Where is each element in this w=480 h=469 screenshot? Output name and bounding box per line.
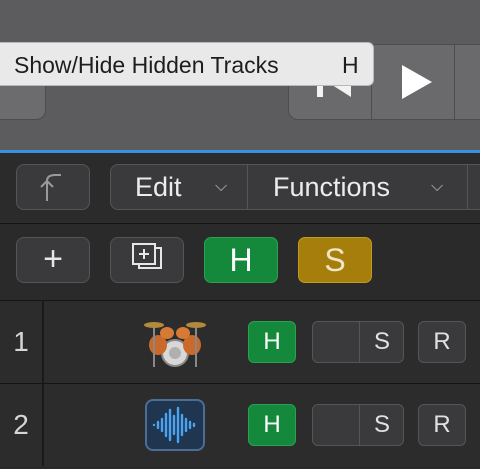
- track-solo-button[interactable]: S: [359, 322, 403, 362]
- hide-tracks-button[interactable]: H: [204, 237, 278, 283]
- drum-kit-icon: [144, 322, 206, 367]
- add-track-button[interactable]: +: [16, 237, 90, 283]
- tooltip: Show/Hide Hidden Tracks H: [0, 42, 374, 86]
- back-arrow-icon: [40, 174, 61, 201]
- audio-waveform-icon: [145, 399, 205, 451]
- track-number: 2: [0, 384, 44, 466]
- track-solo-button[interactable]: S: [359, 405, 403, 445]
- track-record-button[interactable]: R: [418, 404, 466, 446]
- chevron-down-icon: ⌵: [431, 178, 444, 195]
- global-solo-button[interactable]: S: [298, 237, 372, 283]
- mute-solo-group: S: [312, 321, 404, 363]
- global-track-buttons: + H S: [0, 224, 480, 300]
- menu-divider: [247, 165, 248, 209]
- next-transport-button[interactable]: [455, 45, 480, 119]
- track-row[interactable]: 2 H S R: [0, 384, 480, 466]
- duplicate-track-button[interactable]: [110, 237, 184, 283]
- track-number: 1: [0, 301, 44, 383]
- track-mute-button[interactable]: [313, 405, 360, 445]
- tooltip-text: Show/Hide Hidden Tracks: [14, 52, 279, 78]
- functions-menu[interactable]: Functions: [273, 165, 390, 209]
- duplicate-icon: [132, 243, 162, 269]
- chevron-down-icon: ⌵: [215, 178, 228, 195]
- play-icon: [402, 65, 432, 99]
- track-hide-button[interactable]: H: [248, 404, 296, 446]
- menu-group: Edit ⌵ Functions ⌵: [110, 164, 480, 210]
- track-area-toolbar: Edit ⌵ Functions ⌵: [0, 153, 480, 223]
- track-row[interactable]: 1 H S R: [0, 301, 480, 383]
- track-record-button[interactable]: R: [418, 321, 466, 363]
- track-mute-button[interactable]: [313, 322, 360, 362]
- tooltip-shortcut: H: [342, 52, 359, 78]
- edit-menu[interactable]: Edit: [135, 165, 182, 209]
- back-button[interactable]: [16, 164, 90, 210]
- play-button[interactable]: [372, 45, 455, 119]
- track-hide-button[interactable]: H: [248, 321, 296, 363]
- menu-divider: [467, 165, 468, 209]
- mute-solo-group: S: [312, 404, 404, 446]
